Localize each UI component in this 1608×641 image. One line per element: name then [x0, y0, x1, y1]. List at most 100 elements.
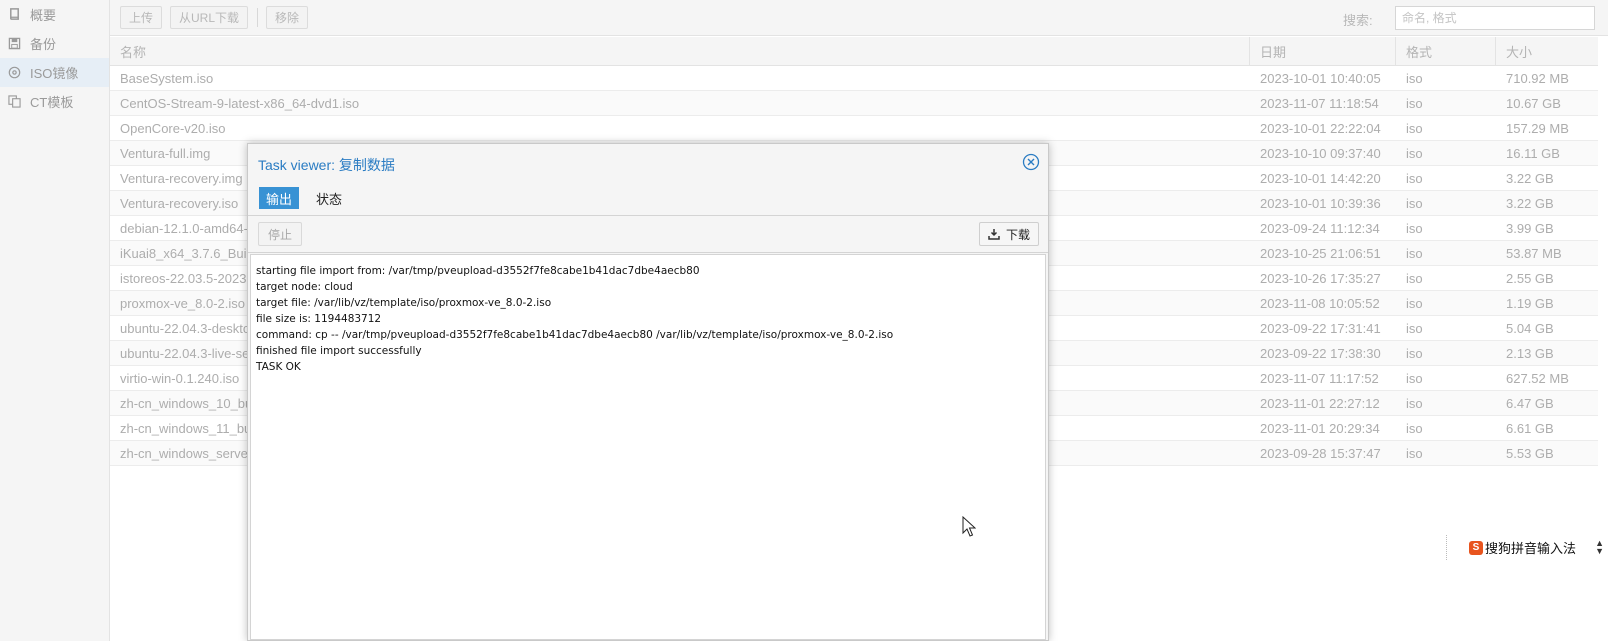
tab-status[interactable]: 状态: [309, 187, 349, 209]
sidebar-item-summary[interactable]: 概要: [0, 0, 109, 29]
cell-size: 2.55 GB: [1506, 271, 1554, 286]
download-from-url-button[interactable]: 从URL下载: [170, 6, 249, 29]
dialog-tabs: 输出 状态: [259, 187, 359, 209]
cell-date: 2023-11-01 22:27:12: [1260, 396, 1380, 411]
cell-size: 6.47 GB: [1506, 396, 1554, 411]
dialog-title: Task viewer: 复制数据: [258, 157, 395, 173]
cell-date: 2023-09-24 11:12:34: [1260, 221, 1380, 236]
cell-size: 627.52 MB: [1506, 371, 1569, 386]
cell-size: 5.53 GB: [1506, 446, 1554, 461]
cell-size: 3.99 GB: [1506, 221, 1554, 236]
log-line: target node: cloud: [256, 281, 353, 293]
cell-date: 2023-10-25 21:06:51: [1260, 246, 1381, 261]
table-row[interactable]: BaseSystem.iso 2023-10-01 10:40:05 iso 7…: [110, 66, 1598, 91]
upload-button[interactable]: 上传: [120, 6, 163, 29]
sidebar-item-label: CT模板: [30, 95, 74, 110]
cell-size: 3.22 GB: [1506, 171, 1554, 186]
column-header-name[interactable]: 名称: [110, 37, 1250, 66]
sidebar-item-ct-templates[interactable]: CT模板: [0, 87, 109, 116]
table-row[interactable]: CentOS-Stream-9-latest-x86_64-dvd1.iso 2…: [110, 91, 1598, 116]
cell-size: 2.13 GB: [1506, 346, 1554, 361]
download-icon: [988, 229, 1000, 240]
sidebar-item-backup[interactable]: 备份: [0, 29, 109, 58]
cell-format: iso: [1406, 96, 1423, 111]
column-header-format[interactable]: 格式: [1396, 37, 1496, 66]
cell-date: 2023-11-08 10:05:52: [1260, 296, 1380, 311]
sidebar: 概要 备份 ISO镜像 CT模板: [0, 0, 110, 641]
toolbar-separator: [257, 8, 258, 27]
copy-icon: [7, 95, 21, 109]
cell-size: 710.92 MB: [1506, 71, 1569, 86]
cell-date: 2023-11-07 11:17:52: [1260, 371, 1379, 386]
cell-date: 2023-10-01 10:40:05: [1260, 71, 1381, 86]
download-button[interactable]: 下载: [978, 222, 1039, 246]
cell-date: 2023-10-10 09:37:40: [1260, 146, 1381, 161]
table-row[interactable]: OpenCore-v20.iso 2023-10-01 22:22:04 iso…: [110, 116, 1598, 141]
sogou-logo-icon: S: [1469, 540, 1483, 555]
cell-date: 2023-10-26 17:35:27: [1260, 271, 1381, 286]
cell-date: 2023-10-01 10:39:36: [1260, 196, 1381, 211]
stop-button[interactable]: 停止: [258, 222, 303, 246]
floppy-icon: [7, 37, 21, 51]
cell-date: 2023-09-22 17:38:30: [1260, 346, 1381, 361]
log-line: target file: /var/lib/vz/template/iso/pr…: [256, 297, 552, 309]
cell-format: iso: [1406, 371, 1423, 386]
cell-size: 53.87 MB: [1506, 246, 1562, 261]
cell-size: 3.22 GB: [1506, 196, 1554, 211]
log-line: file size is: 1194483712: [256, 313, 382, 325]
cell-date: 2023-11-01 20:29:34: [1260, 421, 1380, 436]
grid-header: 名称 日期 格式 大小: [110, 37, 1598, 66]
ime-indicator[interactable]: S 搜狗拼音输入法 ▲ ▼: [1446, 535, 1608, 560]
cell-format: iso: [1406, 221, 1423, 236]
log-line: TASK OK: [256, 361, 301, 373]
column-header-date[interactable]: 日期: [1250, 37, 1396, 66]
cell-size: 6.61 GB: [1506, 421, 1554, 436]
cell-format: iso: [1406, 296, 1423, 311]
task-log-output[interactable]: starting file import from: /var/tmp/pveu…: [250, 254, 1046, 640]
cell-format: iso: [1406, 446, 1423, 461]
sidebar-item-iso[interactable]: ISO镜像: [0, 58, 109, 87]
cell-format: iso: [1406, 396, 1423, 411]
cell-format: iso: [1406, 271, 1423, 286]
cell-format: iso: [1406, 346, 1423, 361]
cell-size: 1.19 GB: [1506, 296, 1554, 311]
cell-date: 2023-11-07 11:18:54: [1260, 96, 1379, 111]
download-label: 下载: [1005, 227, 1030, 242]
cell-size: 16.11 GB: [1506, 146, 1560, 161]
cell-date: 2023-10-01 14:42:20: [1260, 171, 1381, 186]
search-input[interactable]: [1395, 6, 1595, 30]
tab-output[interactable]: 输出: [259, 187, 300, 209]
task-viewer-dialog: Task viewer: 复制数据 输出 状态 停止 下载 starting f…: [247, 143, 1049, 641]
ime-label: 搜狗拼音输入法: [1485, 541, 1577, 556]
toolbar: 上传 从URL下载 移除 搜索:: [110, 0, 1608, 36]
dialog-header[interactable]: Task viewer: 复制数据: [248, 144, 1048, 184]
log-line: starting file import from: /var/tmp/pveu…: [256, 265, 700, 277]
cell-size: 157.29 MB: [1506, 121, 1569, 136]
remove-button[interactable]: 移除: [266, 6, 309, 29]
close-icon[interactable]: [1022, 153, 1040, 171]
sidebar-item-label: 概要: [30, 8, 57, 23]
ime-toggle-icon[interactable]: ▲ ▼: [1595, 539, 1604, 556]
sidebar-item-label: ISO镜像: [30, 66, 79, 81]
disc-icon: [7, 66, 21, 80]
cell-format: iso: [1406, 246, 1423, 261]
cell-format: iso: [1406, 321, 1423, 336]
cell-date: 2023-09-28 15:37:47: [1260, 446, 1381, 461]
cell-size: 5.04 GB: [1506, 321, 1554, 336]
cell-name: CentOS-Stream-9-latest-x86_64-dvd1.iso: [120, 96, 360, 111]
cell-format: iso: [1406, 196, 1423, 211]
search-label: 搜索:: [1343, 13, 1373, 28]
cell-name: BaseSystem.iso: [120, 71, 214, 86]
cell-format: iso: [1406, 121, 1423, 136]
column-header-size[interactable]: 大小: [1496, 37, 1598, 66]
sidebar-item-label: 备份: [30, 37, 57, 52]
mouse-cursor-icon: [962, 516, 976, 537]
cell-date: 2023-09-22 17:31:41: [1260, 321, 1381, 336]
cell-date: 2023-10-01 22:22:04: [1260, 121, 1381, 136]
cell-format: iso: [1406, 171, 1423, 186]
log-line: finished file import successfully: [256, 345, 422, 357]
cell-format: iso: [1406, 421, 1423, 436]
cell-format: iso: [1406, 71, 1423, 86]
cell-size: 10.67 GB: [1506, 96, 1561, 111]
log-line: command: cp -- /var/tmp/pveupload-d3552f…: [256, 329, 894, 341]
